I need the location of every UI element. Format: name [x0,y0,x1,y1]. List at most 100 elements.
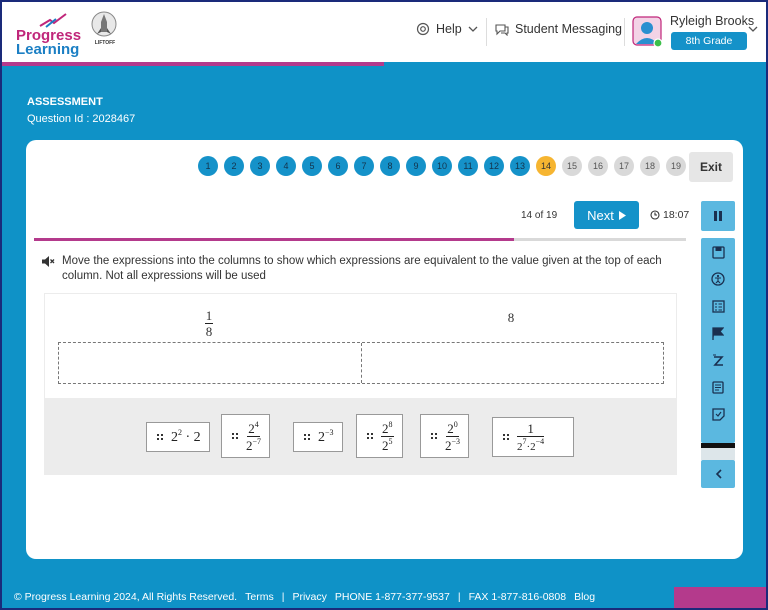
user-menu-chevron-icon[interactable] [748,26,758,32]
next-button[interactable]: Next [574,201,639,229]
answer-eliminator-icon [711,299,725,313]
fraction: 24 2−7 [246,419,262,452]
footer: © Progress Learning 2024, All Rights Res… [14,591,603,603]
expression-tile[interactable]: 20 2−3 [420,414,470,458]
fraction-denominator: 2−3 [445,437,460,452]
avatar[interactable] [632,16,663,48]
header-accent-bar [2,62,384,66]
help-menu[interactable]: Help [416,22,478,36]
sticky-note-icon [711,407,725,421]
question-number-button[interactable]: 11 [458,156,478,176]
sticky-note-button[interactable] [710,406,726,422]
exponent: 8 [388,419,393,429]
drag-handle-icon [367,433,373,439]
chat-bubble-icon [495,23,509,36]
student-messaging-label: Student Messaging [515,22,623,36]
exponent: 5 [388,436,393,446]
accessibility-button[interactable] [710,271,726,287]
save-button[interactable] [710,244,726,260]
footer-separator: | [281,591,285,603]
timer: 18:07 [650,209,689,221]
question-card: 1 2 3 4 5 6 7 8 9 10 11 12 13 14 15 16 17 18 19 Exit 14 of… [26,140,743,559]
exit-button[interactable]: Exit [689,152,733,182]
drop-zone-group [58,342,664,384]
phone-number: PHONE 1-877-377-9537 [334,591,450,603]
footer-separator: | [457,591,461,603]
top-header: Progress Learning LIFTOFF Help Student M… [2,2,766,62]
fraction-numerator: 28 [381,419,394,437]
fraction: 28 25 [381,419,394,452]
terms-link[interactable]: Terms [245,591,274,603]
fax-number: FAX 1-877-816-0808 [468,591,567,603]
accessibility-icon [711,272,725,286]
expression-tile[interactable]: 2−3 [293,422,343,452]
question-number-button[interactable]: 18 [640,156,660,176]
pause-button[interactable] [701,201,735,231]
fraction-denominator: 8 [205,324,213,339]
expression-tile[interactable]: 28 25 [356,414,403,458]
question-number-button[interactable]: 12 [484,156,504,176]
drag-handle-icon [157,434,163,440]
question-number-button[interactable]: 15 [562,156,582,176]
fraction-numerator: 1 [204,308,214,324]
drop-zone-column-1[interactable] [59,343,362,383]
notes-button[interactable] [710,379,726,395]
progress-fill [34,238,514,241]
tools-scroll-track[interactable] [701,448,735,460]
fraction-denominator: 27·2−4 [517,437,544,453]
drop-zone-column-2[interactable] [362,343,664,383]
clock-icon [650,210,660,220]
exponent: −7 [252,436,262,446]
expression-rest: · 2 [182,430,201,445]
help-lifebuoy-icon [416,22,430,36]
question-number-button[interactable]: 7 [354,156,374,176]
collapse-tools-button[interactable] [701,460,735,488]
expression: 22 · 2 [171,428,201,446]
question-number-button[interactable]: 1 [198,156,218,176]
notes-icon [712,380,724,394]
question-number-button[interactable]: 6 [328,156,348,176]
question-number-button[interactable]: 13 [510,156,530,176]
student-messaging-button[interactable]: Student Messaging [495,22,622,36]
expression-tile[interactable]: 1 27·2−4 [492,417,574,457]
progress-learning-logo[interactable]: Progress Learning [16,12,82,58]
drag-handle-icon [503,434,509,440]
base: 2 [171,430,178,445]
question-number-button[interactable]: 5 [302,156,322,176]
exponent: −4 [535,436,545,446]
fraction-denominator: 25 [382,437,393,452]
question-number-button[interactable]: 2 [224,156,244,176]
expression-tile[interactable]: 24 2−7 [221,414,271,458]
question-navigator: 1 2 3 4 5 6 7 8 9 10 11 12 13 14 15 16 17 18 19 [198,156,686,176]
drag-handle-icon [232,433,238,439]
blog-link[interactable]: Blog [574,591,595,603]
exponent: −3 [451,436,461,446]
fraction-numerator: 24 [247,419,260,437]
expression-rest: ·2 [526,440,536,453]
question-number-button[interactable]: 17 [614,156,634,176]
pause-icon [714,211,722,221]
question-number-button[interactable]: 19 [666,156,686,176]
answer-eliminator-button[interactable] [710,298,726,314]
privacy-link[interactable]: Privacy [292,591,326,603]
question-number-button[interactable]: 4 [276,156,296,176]
column-header-eight: 8 [507,310,515,325]
chevron-down-icon [468,26,478,32]
speaker-mute-icon[interactable] [42,256,55,267]
fraction: 1 27·2−4 [517,422,545,453]
question-number-button[interactable]: 16 [588,156,608,176]
flag-button[interactable] [710,325,726,341]
sorting-workspace: 1 8 8 22 · 2 24 2−7 2−3 28 25 20 2−3 1 2… [44,293,677,475]
question-number-button[interactable]: 9 [406,156,426,176]
question-number-button[interactable]: 8 [380,156,400,176]
logo-swoosh-icon [39,13,67,28]
save-icon [711,245,725,259]
expression-tile[interactable]: 22 · 2 [146,422,210,452]
translate-button[interactable] [710,352,726,368]
exponent: −3 [325,428,334,437]
question-number-button[interactable]: 14 [536,156,556,176]
question-number-button[interactable]: 3 [250,156,270,176]
fraction: 20 2−3 [445,420,460,452]
question-number-button[interactable]: 10 [432,156,452,176]
exponent: 4 [254,419,259,429]
